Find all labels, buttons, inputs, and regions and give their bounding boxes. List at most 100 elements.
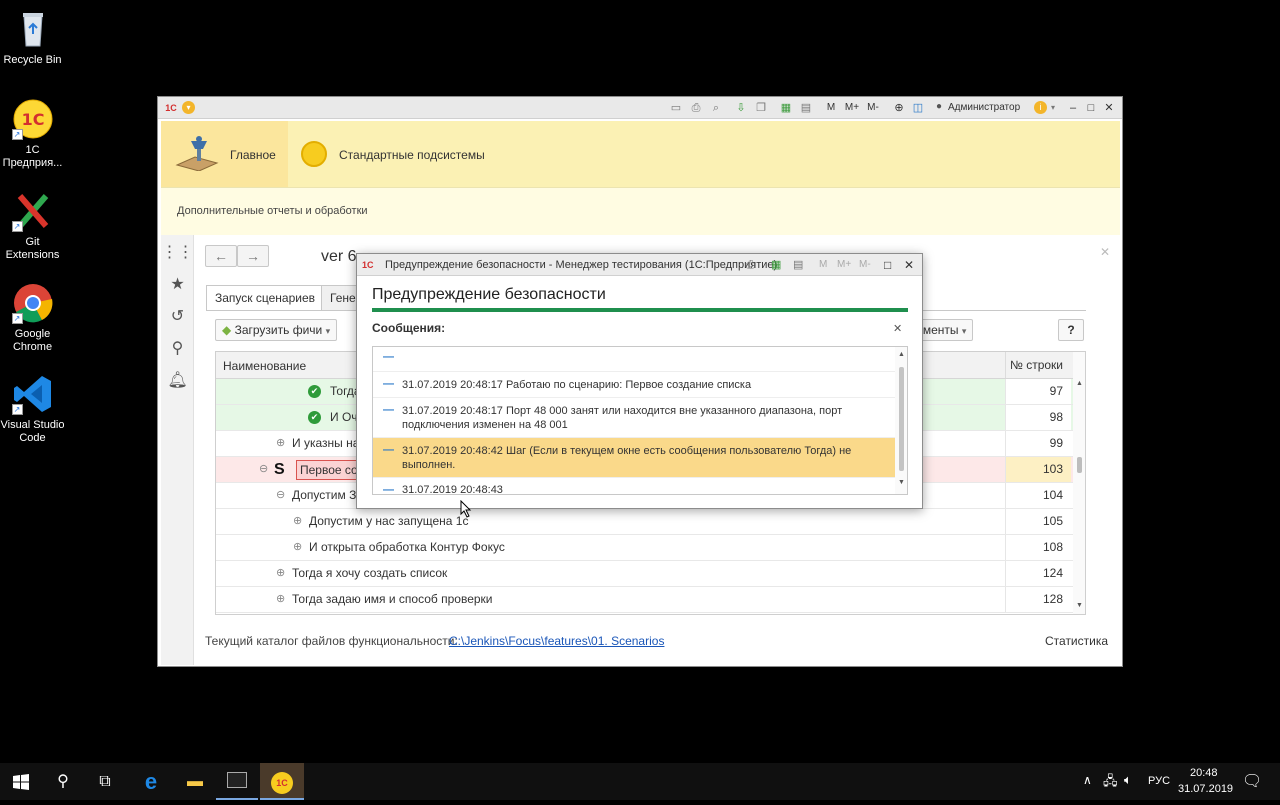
table-row[interactable]: ⊕ Тогда я хочу создать список 124 (216, 561, 1085, 587)
print-icon[interactable]: ⎙ (688, 100, 704, 116)
download-icon[interactable]: ⇩ (733, 100, 749, 116)
message-item[interactable]: — (373, 347, 895, 372)
menu-dropdown-icon[interactable]: ▾ (182, 101, 195, 114)
scroll-thumb[interactable] (899, 367, 904, 471)
row-number: 128 (1005, 587, 1071, 612)
expand-icon[interactable]: ⊕ (293, 535, 302, 560)
spreadsheet-icon[interactable]: ▦ (778, 100, 794, 116)
panels-icon[interactable]: ◫ (910, 100, 926, 116)
expand-icon[interactable]: ⊕ (276, 587, 285, 612)
favorites-icon[interactable]: ★ (161, 269, 194, 301)
preview-icon[interactable]: ⌕ (708, 100, 724, 116)
dialog-memory-m-button[interactable]: M (819, 254, 827, 276)
calendar-icon[interactable]: ▤ (798, 100, 814, 116)
table-scrollbar[interactable]: ▲ ▼ (1073, 352, 1085, 614)
dialog-maximize-icon[interactable]: □ (884, 254, 891, 276)
search-icon[interactable]: ⚲ (161, 333, 194, 365)
expand-icon[interactable]: ⊕ (276, 431, 285, 456)
history-icon[interactable]: ↺ (161, 301, 194, 333)
network-icon[interactable]: 🖧︎ (1103, 772, 1118, 794)
start-button[interactable] (0, 763, 42, 800)
save-icon[interactable]: ▭ (668, 100, 684, 116)
dialog-calendar-icon[interactable]: ▤ (793, 254, 803, 276)
ie-taskbar-icon[interactable]: e (130, 763, 172, 800)
expand-icon[interactable]: ⊕ (276, 561, 285, 586)
copy-icon[interactable]: ❐ (753, 100, 769, 116)
messages-scrollbar[interactable]: ▲ ▼ (895, 347, 907, 494)
desktop-icon-recycle-bin[interactable]: Recycle Bin (0, 8, 65, 67)
memory-m-button[interactable]: M (823, 100, 839, 116)
shortcut-arrow-icon: ↗ (11, 129, 23, 140)
additional-reports-link[interactable]: Дополнительные отчеты и обработки (177, 205, 368, 217)
sections-panel: Главное Стандартные подсистемы (161, 121, 1120, 187)
table-row[interactable]: ⊕ И открыта обработка Контур Фокус 108 (216, 535, 1085, 561)
collapse-icon[interactable]: ⊖ (276, 483, 285, 508)
footer-catalog-label: Текущий каталог файлов функциональности: (205, 634, 458, 648)
scroll-down-icon[interactable]: ▼ (1076, 602, 1083, 609)
load-features-button[interactable]: ◆ Загрузить фичи ▾ (215, 319, 338, 341)
tab-run-scenarios[interactable]: Запуск сценариев (206, 285, 325, 310)
statistics-link[interactable]: Статистика (1045, 634, 1108, 648)
memory-plus-button[interactable]: M+ (842, 100, 862, 116)
desktop-icon-label: Git Extensions (5, 236, 60, 261)
table-row[interactable]: ⊕ Допустим у нас запущена 1с 105 (216, 509, 1085, 535)
message-dash-icon: — (383, 404, 394, 416)
forward-button[interactable]: → (237, 245, 269, 267)
help-button[interactable]: ? (1058, 319, 1084, 341)
col-name-header[interactable]: Наименование (223, 359, 306, 373)
user-name[interactable]: Администратор (948, 102, 1020, 113)
tray-expand-icon[interactable]: ∧ (1083, 773, 1092, 787)
desktop-icon-1c[interactable]: 1C ↗ 1C Предприя... (0, 98, 65, 170)
clock-date[interactable]: 31.07.2019 (1178, 783, 1233, 795)
explorer-taskbar-icon[interactable]: ▬ (174, 763, 216, 800)
back-button[interactable]: ← (205, 245, 237, 267)
col-row-header[interactable]: № строки (1005, 352, 1071, 378)
close-icon[interactable]: ✕ (1101, 100, 1117, 116)
git-extensions-icon: ↗ (11, 190, 54, 232)
messages-close-icon[interactable]: ✕ (893, 322, 902, 335)
message-item[interactable]: — 31.07.2019 20:48:42 Шаг (Если в текущем… (373, 438, 895, 478)
message-text: 31.07.2019 20:48:17 Работаю по сценарию:… (402, 379, 752, 391)
scroll-up-icon[interactable]: ▲ (898, 351, 905, 358)
all-functions-icon[interactable]: ⋮⋮ (161, 237, 194, 269)
action-center-icon[interactable]: 🗨︎ (1242, 771, 1262, 791)
message-item[interactable]: — 31.07.2019 20:48:43 (373, 478, 895, 494)
dialog-memory-minus-button[interactable]: M- (859, 254, 871, 276)
section-subsystems[interactable]: Стандартные подсистемы (301, 121, 501, 187)
message-item[interactable]: — 31.07.2019 20:48:17 Работаю по сценарию… (373, 372, 895, 398)
desktop-icon-chrome[interactable]: ↗ Google Chrome (0, 282, 65, 354)
dialog-memory-plus-button[interactable]: M+ (837, 254, 851, 276)
dialog-spreadsheet-icon[interactable]: ▦ (771, 254, 781, 276)
minimize-icon[interactable]: – (1065, 100, 1081, 116)
maximize-icon[interactable]: □ (1083, 100, 1099, 116)
footer-catalog-path[interactable]: C:\Jenkins\Focus\features\01. Scenarios (449, 634, 664, 648)
desktop-icon-git-extensions[interactable]: ↗ Git Extensions (0, 190, 65, 262)
dialog-close-icon[interactable]: ✕ (904, 254, 914, 276)
section-main[interactable]: Главное (161, 121, 288, 187)
clock-time[interactable]: 20:48 (1190, 767, 1218, 779)
1c-logo-icon[interactable]: 1C (163, 100, 179, 116)
cmd-taskbar-icon[interactable] (216, 763, 258, 800)
collapse-icon[interactable]: ⊖ (259, 457, 268, 482)
info-dropdown-icon[interactable]: ▾ (1045, 100, 1061, 116)
tab-generator[interactable]: Генер (321, 285, 361, 310)
task-view-button[interactable]: ⧉ (84, 763, 126, 800)
expand-icon[interactable]: ⊕ (293, 509, 302, 534)
shortcut-arrow-icon: ↗ (11, 221, 23, 232)
1c-taskbar-icon[interactable]: 1C (260, 763, 304, 800)
search-taskbar-button[interactable]: ⚲ (42, 763, 84, 800)
table-row[interactable]: ⊕ Тогда задаю имя и способ проверки 128 (216, 587, 1085, 613)
scroll-down-icon[interactable]: ▼ (898, 479, 905, 486)
desktop-icon-vscode[interactable]: ↗ Visual Studio Code (0, 373, 65, 445)
message-item[interactable]: — 31.07.2019 20:48:17 Порт 48 000 занят и… (373, 398, 895, 438)
zoom-icon[interactable]: ⊕ (891, 100, 907, 116)
scroll-up-icon[interactable]: ▲ (1076, 380, 1083, 387)
scroll-thumb[interactable] (1077, 457, 1082, 473)
input-language[interactable]: РУС (1148, 775, 1170, 787)
volume-icon[interactable]: 🔈︎ (1124, 772, 1132, 788)
notifications-icon[interactable]: 🔔︎ (161, 365, 194, 397)
row-text: Допустим у нас запущена 1с (309, 514, 469, 528)
dialog-print-icon[interactable]: ⎙ (746, 254, 755, 276)
form-close-icon[interactable]: ✕ (1100, 245, 1110, 259)
memory-minus-button[interactable]: M- (863, 100, 883, 116)
